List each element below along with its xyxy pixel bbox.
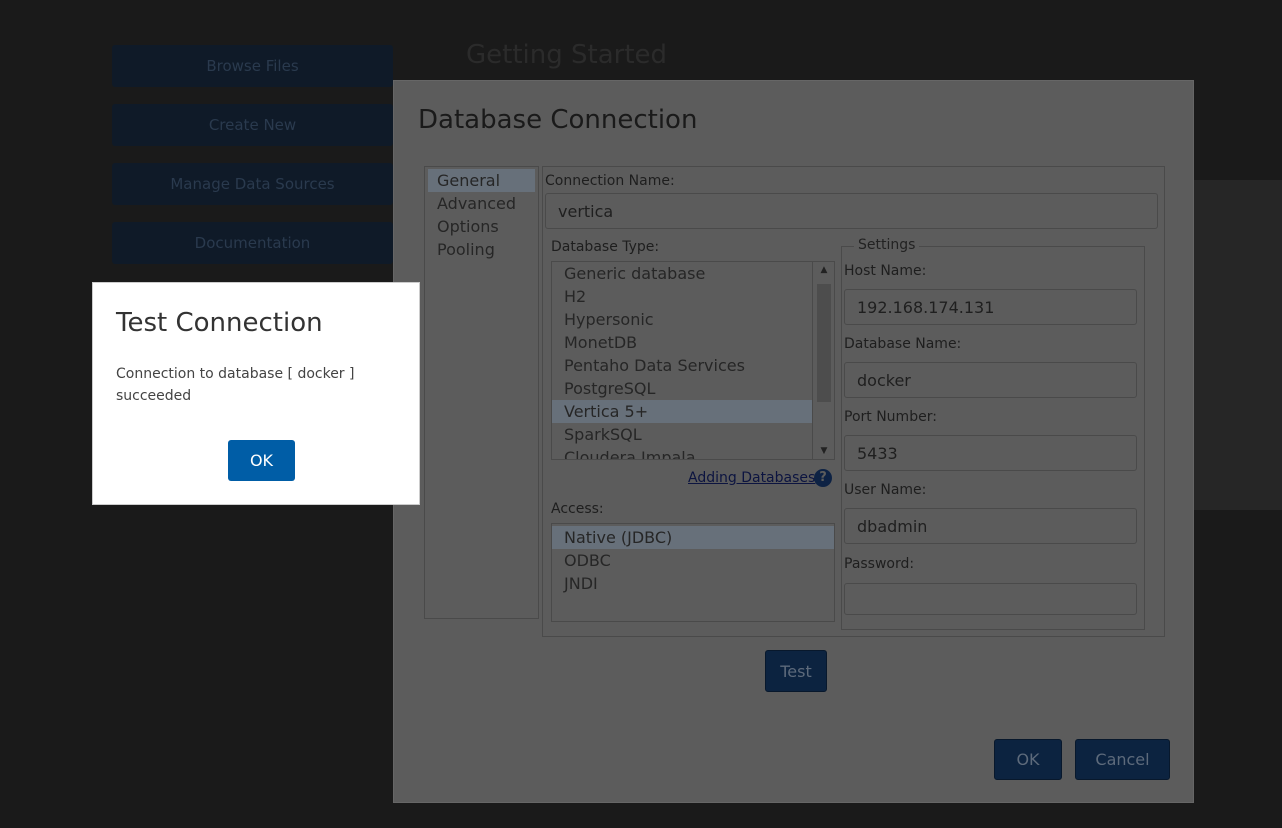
browse-files-button: Browse Files	[112, 45, 393, 87]
help-icon[interactable]: ?	[814, 469, 832, 487]
list-item-selected[interactable]: Native (JDBC)	[552, 526, 834, 549]
list-item[interactable]: PostgreSQL	[552, 377, 834, 400]
scroll-up-icon[interactable]: ▲	[813, 265, 834, 275]
connection-name-input[interactable]: vertica	[545, 193, 1158, 229]
scroll-down-icon[interactable]: ▼	[813, 446, 834, 456]
scroll-thumb[interactable]	[817, 284, 831, 402]
documentation-button: Documentation	[112, 222, 393, 264]
user-name-input[interactable]: dbadmin	[844, 508, 1137, 544]
dialog-nav: General Advanced Options Pooling	[424, 166, 539, 619]
settings-legend: Settings	[854, 237, 920, 253]
nav-item-general[interactable]: General	[428, 169, 535, 192]
popup-message: Connection to database [ docker ] succee…	[116, 366, 355, 404]
ok-button[interactable]: OK	[994, 739, 1062, 780]
settings-group: Settings Host Name: 192.168.174.131 Data…	[841, 237, 1145, 630]
database-name-input[interactable]: docker	[844, 362, 1137, 398]
list-item[interactable]: Hypersonic	[552, 308, 834, 331]
user-name-label: User Name:	[844, 482, 927, 498]
list-item[interactable]: Cloudera Impala	[552, 446, 834, 459]
list-item[interactable]: MonetDB	[552, 331, 834, 354]
general-panel: Connection Name: vertica Database Type: …	[542, 166, 1165, 637]
list-item[interactable]: JNDI	[552, 572, 834, 595]
adding-databases-link[interactable]: Adding Databases	[688, 470, 815, 486]
access-label: Access:	[551, 501, 604, 517]
dialog-title: Database Connection	[418, 105, 698, 135]
host-name-input[interactable]: 192.168.174.131	[844, 289, 1137, 325]
database-name-label: Database Name:	[844, 336, 962, 352]
test-button[interactable]: Test	[765, 650, 827, 692]
list-item[interactable]: Generic database	[552, 262, 834, 285]
list-item[interactable]: H2	[552, 285, 834, 308]
popup-ok-button[interactable]: OK	[228, 440, 295, 481]
access-list[interactable]: Native (JDBC) ODBC JNDI	[551, 523, 835, 622]
list-item[interactable]: SparkSQL	[552, 423, 834, 446]
database-type-list[interactable]: Generic database H2 Hypersonic MonetDB P…	[551, 261, 835, 460]
database-type-label: Database Type:	[551, 239, 660, 255]
list-item[interactable]: ODBC	[552, 549, 834, 572]
password-input[interactable]	[844, 583, 1137, 615]
background-panel	[1194, 180, 1282, 510]
database-type-scrollbar[interactable]: ▲ ▼	[812, 262, 834, 459]
popup-title: Test Connection	[116, 308, 323, 338]
manage-data-sources-button: Manage Data Sources	[112, 163, 393, 205]
page-title: Getting Started	[466, 40, 668, 70]
cancel-button[interactable]: Cancel	[1075, 739, 1170, 780]
test-connection-popup: Test Connection Connection to database […	[92, 282, 420, 505]
nav-item-pooling[interactable]: Pooling	[425, 238, 538, 261]
connection-name-label: Connection Name:	[545, 173, 675, 189]
create-new-button: Create New	[112, 104, 393, 146]
list-item-selected[interactable]: Vertica 5+	[552, 400, 812, 423]
host-name-label: Host Name:	[844, 263, 927, 279]
port-number-input[interactable]: 5433	[844, 435, 1137, 471]
list-item[interactable]: Pentaho Data Services	[552, 354, 834, 377]
database-connection-dialog: Database Connection General Advanced Opt…	[393, 80, 1194, 803]
nav-item-options[interactable]: Options	[425, 215, 538, 238]
password-label: Password:	[844, 556, 915, 572]
nav-item-advanced[interactable]: Advanced	[425, 192, 538, 215]
port-number-label: Port Number:	[844, 409, 937, 425]
